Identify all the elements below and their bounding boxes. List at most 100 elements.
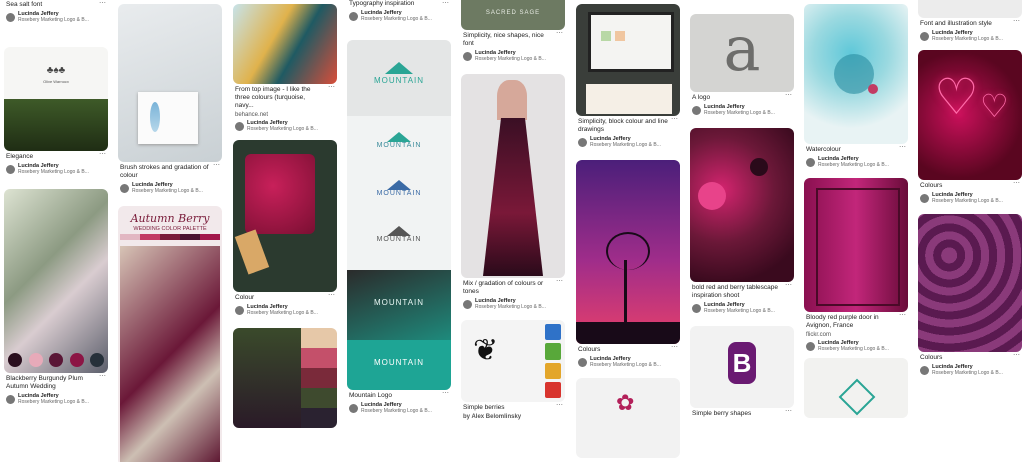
icon-tiles [545,324,561,398]
mountain-icon [387,226,411,236]
pin-blackberry[interactable]: Blackberry Burgundy Plum Autumn Wedding … [4,189,108,405]
pin-bold-red[interactable]: bold red and berry tablescape inspiratio… [690,128,794,314]
more-icon[interactable]: ⋯ [671,116,678,123]
more-icon[interactable]: ⋯ [556,402,563,409]
more-icon[interactable]: ⋯ [99,0,106,7]
swatch [28,353,43,367]
pin-watercolour[interactable]: Watercolour ⋯ Lucinda Jeffery Rosebery Ma… [804,4,908,168]
avatar [120,183,129,193]
pin-source[interactable]: by Alex Belomlinsky [463,414,563,420]
more-icon[interactable]: ⋯ [671,344,678,351]
berry-photo [233,328,301,428]
more-icon[interactable]: ⋯ [442,390,449,397]
pin-image[interactable] [918,214,1022,352]
avatar [6,394,15,404]
avatar [920,31,929,41]
mockup-6: MOUNTAIN [347,340,451,390]
more-icon[interactable]: ⋯ [442,0,449,7]
pin-image[interactable] [918,0,1022,18]
pin-title: Elegance [6,153,34,160]
board-name: Rosebery Marketing Logo & B... [932,36,1003,42]
pin-simple-berries[interactable]: ❦ Simple berries ⋯ by Alex Belomlinsky [461,320,565,420]
more-icon[interactable]: ⋯ [1013,352,1020,359]
pin-image[interactable] [804,358,908,418]
pin-image[interactable] [690,128,794,282]
cone [234,229,270,275]
pin-font-illustration[interactable]: Font and illustration style ⋯ Lucinda Je… [918,0,1022,42]
pin-title: Font and illustration style [920,20,992,27]
more-icon[interactable]: ⋯ [328,292,335,299]
pin-image[interactable] [804,4,908,144]
more-icon[interactable]: ⋯ [785,282,792,289]
pin-flower-logo[interactable]: ✿ [576,378,680,458]
avatar [578,137,587,147]
more-icon[interactable]: ⋯ [213,162,220,169]
pin-image[interactable] [233,140,337,292]
palette-subtitle: WEDDING COLOR PALETTE [133,226,207,232]
more-icon[interactable]: ⋯ [785,92,792,99]
pin-autumn-berry[interactable]: Autumn Berry WEDDING COLOR PALETTE [118,206,222,462]
pin-image[interactable] [461,74,565,278]
more-icon[interactable]: ⋯ [99,151,106,158]
pin-image[interactable] [576,4,680,116]
pin-title: A logo [692,94,711,101]
mountain-icon [387,132,411,142]
pin-mountain-logo[interactable]: MOUNTAIN MOUNTAIN MOUNTAIN MOUNTAIN MOUN… [347,40,451,414]
pin-image[interactable] [233,4,337,84]
pin-sacred-sage[interactable]: SACRED SAGE Simplicity, nice shapes, nic… [461,0,565,62]
more-icon[interactable]: ⋯ [1013,18,1020,25]
avatar [349,11,358,21]
pin-user: Lucinda Jeffery Rosebery Marketing Logo &… [235,120,335,132]
more-icon[interactable]: ⋯ [1013,180,1020,187]
pin-gown[interactable]: Mix / gradation of colours or tones ⋯ Lu… [461,74,565,310]
pin-palette-berries[interactable] [233,328,337,428]
pin-geometric[interactable] [804,358,908,418]
board-name: Rosebery Marketing Logo & B... [132,188,203,194]
pin-from-top[interactable]: From top image - I like the three colour… [233,4,337,132]
pin-sunset[interactable]: Colours ⋯ Lucinda Jeffery Rosebery Market… [576,160,680,368]
pin-title: Watercolour [806,146,841,153]
more-icon[interactable]: ⋯ [328,84,335,91]
pin-neon-hearts[interactable]: ♡ ♡ Colours ⋯ Lucinda Jeffery Rosebery Ma… [918,50,1022,204]
pin-image[interactable]: ❦ [461,320,565,402]
more-icon[interactable]: ⋯ [556,278,563,285]
pin-leaves[interactable]: Colours ⋯ Lucinda Jeffery Rosebery Market… [918,214,1022,376]
pin-user: Lucinda Jeffery Rosebery Marketing Logo &… [806,340,906,352]
logo-text: MOUNTAIN [373,358,425,367]
pin-bloody-door[interactable]: Bloody red purple door in Avignon, Franc… [804,178,908,352]
more-icon[interactable]: ⋯ [899,312,906,319]
pin-image[interactable] [233,328,337,428]
pin-image[interactable]: ♡ ♡ [918,50,1022,180]
pin-user: Lucinda Jeffery Rosebery Marketing Logo &… [920,30,1020,42]
pin-elegance[interactable]: ♣♠♣ Olive Warnocx Elegance ⋯ Lucinda Jef… [4,47,108,175]
pin-image[interactable]: MOUNTAIN MOUNTAIN MOUNTAIN MOUNTAIN MOUN… [347,40,451,390]
more-icon[interactable]: ⋯ [785,408,792,415]
pin-image[interactable] [118,4,222,162]
pin-simple-berry-shapes[interactable]: B Simple berry shapes ⋯ [690,326,794,418]
pin-image[interactable] [576,160,680,344]
pin-image[interactable] [4,189,108,373]
pin-brush[interactable]: Brush strokes and gradation of colour ⋯ … [118,4,222,194]
more-icon[interactable]: ⋯ [556,30,563,37]
pin-image[interactable]: ✿ [576,378,680,458]
pin-image[interactable] [804,178,908,312]
pin-source[interactable]: behance.net [235,112,335,118]
pin-image[interactable]: B [690,326,794,408]
board-name: Rosebery Marketing Logo & B... [247,126,318,132]
avatar [806,341,815,351]
pin-image[interactable]: ♣♠♣ Olive Warnocx [4,47,108,151]
pin-sea-salt[interactable]: Sea salt font ⋯ Lucinda Jeffery Rosebery … [4,0,108,23]
pin-image[interactable]: Autumn Berry WEDDING COLOR PALETTE [118,206,222,462]
pin-block-colour[interactable]: Simplicity, block colour and line drawin… [576,4,680,148]
pin-colour-sorbet[interactable]: Colour ⋯ Lucinda Jeffery Rosebery Marketi… [233,140,337,316]
board-name: Rosebery Marketing Logo & B... [932,370,1003,376]
pin-image[interactable]: a [690,14,794,92]
pin-a-logo[interactable]: a A logo ⋯ Lucinda Jeffery Rosebery Marke… [690,14,794,116]
pin-image[interactable]: SACRED SAGE [461,0,565,30]
more-icon[interactable]: ⋯ [899,144,906,151]
pin-column-2: Brush strokes and gradation of colour ⋯ … [118,0,222,462]
more-icon[interactable]: ⋯ [99,373,106,380]
mockup-5: MOUNTAIN [347,270,451,340]
pin-source[interactable]: flickr.com [806,332,906,338]
pin-typography[interactable]: Typography inspiration ⋯ Lucinda Jeffery… [347,0,451,22]
